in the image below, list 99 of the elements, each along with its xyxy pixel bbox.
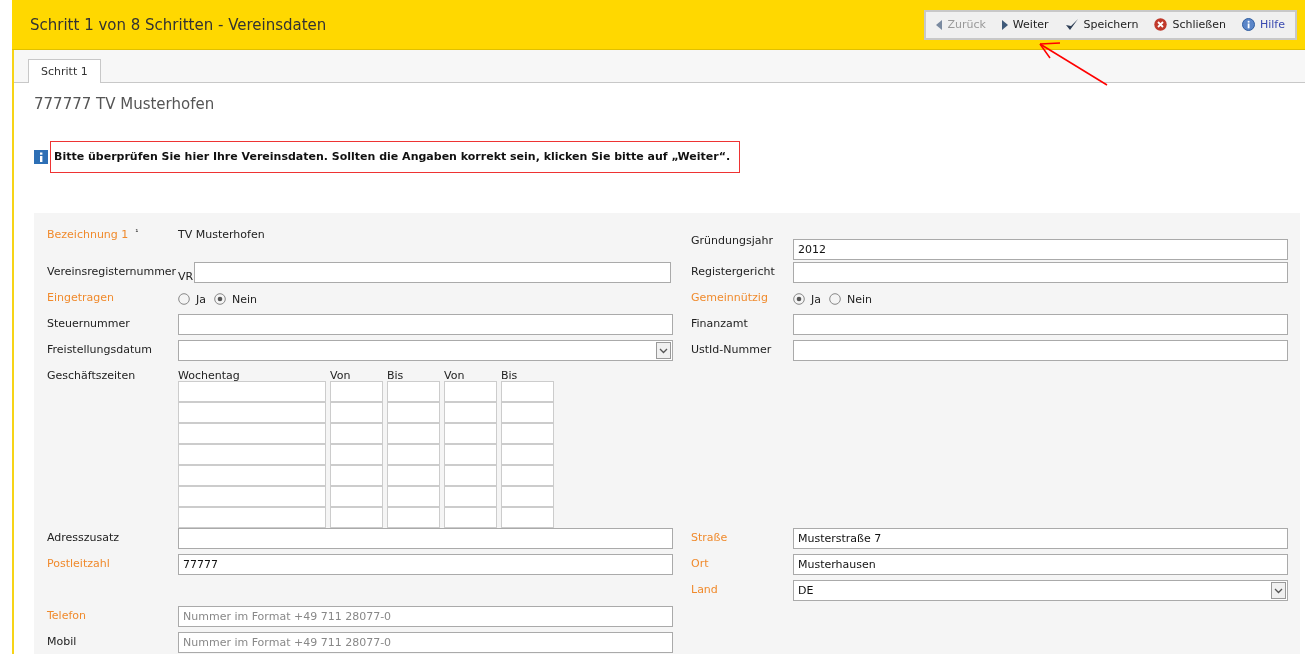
field-label: Eingetragen (47, 290, 115, 304)
time-field[interactable] (330, 507, 383, 528)
time-field[interactable] (330, 486, 383, 507)
toolbar-button[interactable]: Hilfe (1241, 18, 1285, 31)
info-circle-icon (1241, 18, 1255, 31)
time-field[interactable] (387, 402, 440, 423)
text-field[interactable] (178, 314, 673, 335)
column-header: Bis (501, 368, 519, 381)
dropdown-field[interactable]: DE (793, 580, 1288, 601)
time-field[interactable] (387, 465, 440, 486)
time-field[interactable] (501, 486, 554, 507)
field-label: Ort (691, 556, 709, 570)
column-header: Bis (387, 368, 405, 381)
close-icon (1154, 18, 1168, 31)
field-label: Mobil (47, 634, 77, 648)
time-field[interactable] (178, 381, 326, 402)
time-field[interactable] (444, 381, 497, 402)
radio-button[interactable] (793, 293, 805, 305)
text-field[interactable]: Nummer im Format +49 711 28077-0 (178, 606, 673, 627)
text-field[interactable] (793, 262, 1288, 283)
chevron-down-icon (656, 342, 671, 359)
radio-button[interactable] (214, 293, 226, 305)
annotation-arrow (1039, 42, 1108, 86)
radio-label: Nein (232, 292, 258, 306)
field-label: Steuernummer (47, 316, 130, 330)
radio-label: Ja (196, 292, 206, 306)
time-field[interactable] (444, 507, 497, 528)
text-field[interactable]: 77777 (178, 554, 673, 575)
text-field[interactable] (793, 340, 1288, 361)
time-field[interactable] (501, 381, 554, 402)
radio-label: Nein (847, 292, 873, 306)
field-label: Finanzamt (691, 316, 748, 330)
time-field[interactable] (330, 402, 383, 423)
text-field[interactable]: Musterstraße 7 (793, 528, 1288, 549)
time-field[interactable] (387, 444, 440, 465)
field-label: Land (691, 582, 718, 596)
time-field[interactable] (330, 423, 383, 444)
time-field[interactable] (387, 381, 440, 402)
right-triangle-icon (1001, 19, 1008, 30)
time-field[interactable] (387, 423, 440, 444)
toolbar-button[interactable]: Schließen (1154, 18, 1226, 31)
toolbar-button[interactable]: Weiter (1001, 18, 1049, 31)
time-field[interactable] (178, 507, 326, 528)
field-label: Adresszusatz (47, 530, 120, 544)
radio-button[interactable] (178, 293, 190, 305)
field-label: Postleitzahl (47, 556, 110, 570)
field-value: TV Musterhofen (178, 227, 265, 241)
text-field[interactable] (194, 262, 672, 283)
left-triangle-icon (936, 19, 943, 30)
column-header: Von (444, 368, 466, 381)
field-label: Vereinsregisternummer (47, 264, 177, 278)
text-field[interactable]: Musterhausen (793, 554, 1288, 575)
time-field[interactable] (501, 507, 554, 528)
time-field[interactable] (387, 507, 440, 528)
chevron-down-icon (1271, 582, 1286, 599)
info-message: Bitte überprüfen Sie hier Ihre Vereinsdaten. Sollten die Angaben korrekt sein, klicken Sie bitte auf „Weiter“. (50, 141, 740, 173)
radio-label: Ja (811, 292, 821, 306)
text-field[interactable] (793, 314, 1288, 335)
field-label: Geschäftszeiten (47, 368, 136, 382)
field-prefix: VR (178, 270, 195, 283)
time-field[interactable] (387, 486, 440, 507)
time-field[interactable] (330, 465, 383, 486)
field-label: Telefon (47, 608, 86, 622)
time-field[interactable] (330, 444, 383, 465)
toolbar-button[interactable]: Speichern (1064, 17, 1139, 32)
field-label: UstId-Nummer (691, 342, 772, 356)
time-field[interactable] (444, 423, 497, 444)
text-field[interactable]: Nummer im Format +49 711 28077-0 (178, 632, 673, 653)
time-field[interactable] (501, 444, 554, 465)
dropdown-field[interactable] (178, 340, 673, 361)
time-field[interactable] (501, 423, 554, 444)
footnote-mark: ¹ (135, 227, 139, 237)
column-header: Wochentag (178, 368, 241, 381)
field-label: Registergericht (691, 264, 775, 278)
field-label: Bezeichnung 1 (47, 227, 129, 241)
field-label: Freistellungsdatum (47, 342, 152, 356)
time-field[interactable] (330, 381, 383, 402)
column-header: Von (330, 368, 352, 381)
info-icon (34, 150, 48, 164)
tab[interactable]: Schritt 1 (28, 59, 101, 83)
text-field[interactable] (178, 528, 673, 549)
time-field[interactable] (178, 465, 326, 486)
field-label: Gründungsjahr (691, 233, 773, 247)
field-label: Gemeinnützig (691, 290, 768, 304)
page-heading: 777777 TV Musterhofen (34, 95, 216, 113)
time-field[interactable] (444, 465, 497, 486)
radio-button[interactable] (829, 293, 841, 305)
time-field[interactable] (444, 402, 497, 423)
time-field[interactable] (444, 486, 497, 507)
window-title: Schritt 1 von 8 Schritten - Vereinsdaten (30, 15, 327, 34)
time-field[interactable] (501, 465, 554, 486)
text-field[interactable]: 2012 (793, 239, 1288, 260)
time-field[interactable] (444, 444, 497, 465)
time-field[interactable] (501, 402, 554, 423)
field-label: Straße (691, 530, 728, 544)
time-field[interactable] (178, 444, 326, 465)
time-field[interactable] (178, 402, 326, 423)
time-field[interactable] (178, 423, 326, 444)
time-field[interactable] (178, 486, 326, 507)
